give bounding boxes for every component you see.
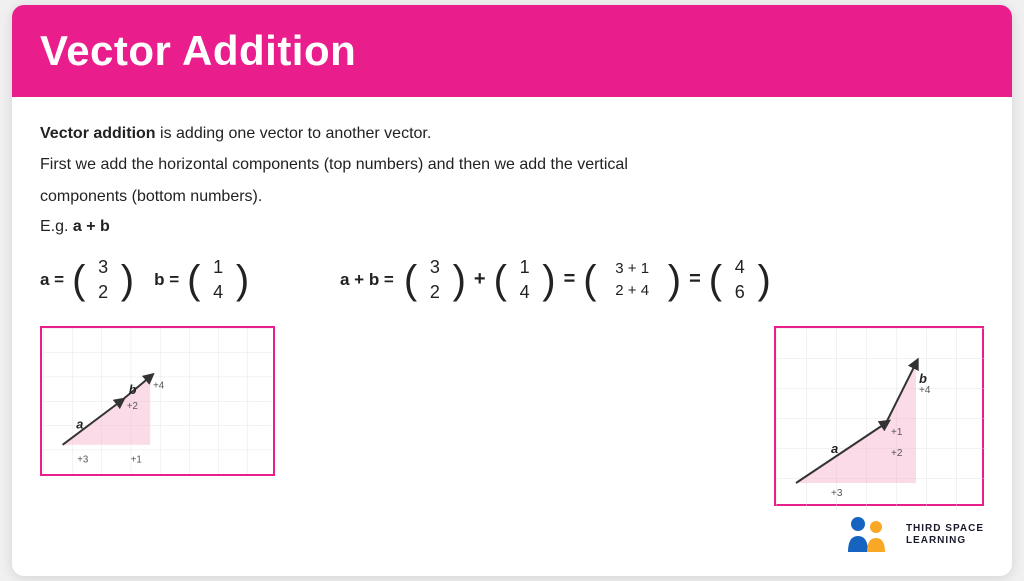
matrix-add4-bottom: 6 (735, 281, 745, 304)
paren-right-a: ) (121, 250, 134, 311)
matrix-b: ( 1 4 ) (187, 250, 249, 311)
vector-b-expr: b = ( 1 4 ) (154, 250, 249, 311)
paren-left-add4: ( (709, 250, 722, 311)
matrix-add3-top: 3 + 1 (615, 259, 649, 279)
tsl-text: THIRD SPACE LEARNING (906, 523, 984, 547)
intro-line3: components (bottom numbers). (40, 184, 984, 210)
matrix-a-top: 3 (98, 256, 108, 279)
matrix-add1: ( 3 2 ) (404, 250, 466, 311)
matrix-add2: ( 1 4 ) (494, 250, 556, 311)
svg-text:+3: +3 (831, 488, 843, 499)
equals-sign-2: = (689, 268, 701, 291)
svg-text:b: b (919, 371, 927, 386)
diagram-left-svg: +2 +4 +3 +1 a b (42, 328, 273, 474)
paren-right-add2: ) (542, 250, 555, 311)
intro-line2: First we add the horizontal components (… (40, 152, 984, 178)
paren-left-b: ( (187, 250, 200, 311)
equals-sign-1: = (564, 268, 576, 291)
right-panel: +1 +4 +2 +3 +2 a b (774, 326, 984, 556)
matrix-add4-top: 4 (735, 256, 745, 279)
plus-sign: + (474, 268, 486, 291)
tsl-icon (844, 514, 896, 556)
svg-text:a: a (76, 418, 83, 432)
content-section: Vector addition is adding one vector to … (12, 97, 1012, 577)
header-section: Vector Addition (12, 5, 1012, 97)
paren-right-add3: ) (668, 253, 681, 306)
paren-right-add4: ) (757, 250, 770, 311)
matrix-add4: ( 4 6 ) (709, 250, 771, 311)
svg-text:+1: +1 (891, 427, 903, 438)
paren-left-a: ( (72, 250, 85, 311)
vector-a-label: a = (40, 270, 64, 290)
intro-line1: Vector addition is adding one vector to … (40, 121, 984, 147)
matrix-add1-top: 3 (430, 256, 440, 279)
diagram-right-svg: +1 +4 +2 +3 +2 a b (776, 328, 986, 508)
paren-left-add2: ( (494, 250, 507, 311)
matrix-b-top: 1 (213, 256, 223, 279)
matrix-add3: ( 3 + 1 2 + 4 ) (583, 253, 681, 306)
svg-text:+4: +4 (919, 385, 931, 396)
diagrams-wrapper: +2 +4 +3 +1 a b (40, 326, 984, 556)
paren-right-b: ) (236, 250, 249, 311)
matrix-a-bottom: 2 (98, 281, 108, 304)
svg-text:+1: +1 (131, 455, 142, 466)
tsl-line2: LEARNING (906, 535, 984, 547)
main-card: Vector Addition Vector addition is addin… (12, 5, 1012, 577)
eg-label: E.g. a + b (40, 218, 984, 236)
tsl-line1: THIRD SPACE (906, 523, 984, 535)
intro-bold: Vector addition (40, 125, 156, 142)
svg-text:+2: +2 (891, 448, 903, 459)
svg-text:b: b (129, 383, 137, 397)
matrix-add3-bottom: 2 + 4 (615, 281, 649, 301)
svg-text:+4: +4 (153, 381, 165, 392)
addition-lhs: a + b = (340, 270, 394, 290)
diagram-left: +2 +4 +3 +1 a b (40, 326, 275, 476)
intro-rest: is adding one vector to another vector. (156, 125, 432, 142)
paren-right-add1: ) (453, 250, 466, 311)
matrix-add2-top: 1 (520, 256, 530, 279)
tsl-logo: THIRD SPACE LEARNING (844, 514, 984, 556)
matrix-a: ( 3 2 ) (72, 250, 134, 311)
diagram-right: +1 +4 +2 +3 +2 a b (774, 326, 984, 506)
page-title: Vector Addition (40, 27, 984, 75)
addition-section: a + b = ( 3 2 ) + ( 1 4 ) (340, 250, 984, 311)
vector-b-label: b = (154, 270, 179, 290)
matrix-b-bottom: 4 (213, 281, 223, 304)
paren-left-add1: ( (404, 250, 417, 311)
svg-text:a: a (831, 441, 838, 456)
matrix-add2-bottom: 4 (520, 281, 530, 304)
vectors-left: a = ( 3 2 ) b = ( 1 (40, 250, 300, 311)
math-section: a = ( 3 2 ) b = ( 1 (40, 250, 984, 311)
matrix-add1-bottom: 2 (430, 281, 440, 304)
paren-left-add3: ( (583, 253, 596, 306)
vector-a-expr: a = ( 3 2 ) (40, 250, 134, 311)
svg-text:+3: +3 (77, 455, 88, 466)
svg-text:+2: +2 (127, 401, 138, 412)
